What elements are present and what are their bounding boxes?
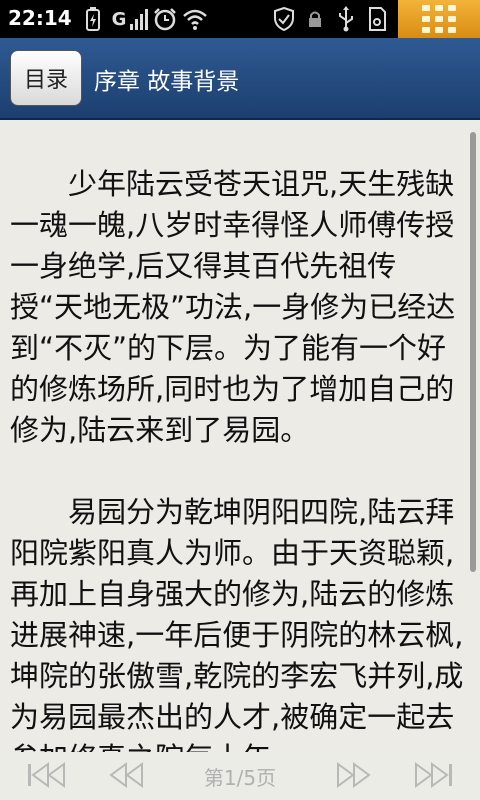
previous-page-icon xyxy=(109,762,143,788)
scrollbar[interactable] xyxy=(470,132,476,572)
alarm-clock-icon xyxy=(152,6,178,32)
last-page-button[interactable] xyxy=(408,758,458,792)
page-navigation-bar: 第1/5页 xyxy=(0,752,480,800)
paragraph: 易园分为乾坤阴阳四院,陆云拜阳院紫阳真人为师。由于天资聪颖,再加上自身强大的修为… xyxy=(10,495,464,752)
next-page-button[interactable] xyxy=(328,758,378,792)
table-of-contents-button[interactable]: 目录 xyxy=(10,50,82,106)
paragraph: 少年陆云受苍天诅咒,天生残缺一魂一魄,八岁时幸得怪人师傅传授一身绝学,后又得其百… xyxy=(10,167,456,447)
chapter-title: 序章 故事背景 xyxy=(94,69,240,95)
previous-page-button[interactable] xyxy=(102,758,152,792)
title-bar: 目录 序章 故事背景 xyxy=(0,38,480,120)
menu-grid-icon[interactable] xyxy=(398,0,480,38)
lock-icon xyxy=(306,6,324,32)
shield-icon xyxy=(272,6,296,32)
reading-area[interactable]: 少年陆云受苍天诅咒,天生残缺一魂一魄,八岁时幸得怪人师傅传授一身绝学,后又得其百… xyxy=(0,120,480,752)
wifi-icon xyxy=(182,6,208,32)
first-page-button[interactable] xyxy=(22,758,72,792)
usb-icon xyxy=(336,6,356,32)
last-page-icon xyxy=(415,762,452,788)
page-indicator: 第1/5页 xyxy=(203,766,277,790)
status-bar: 22:14 G xyxy=(0,0,480,38)
signal-bars-icon xyxy=(128,6,150,32)
battery-icon xyxy=(84,6,102,32)
g-network-icon: G xyxy=(111,8,127,30)
status-time: 22:14 xyxy=(8,6,72,30)
next-page-icon xyxy=(337,762,371,788)
sd-card-icon xyxy=(366,6,388,32)
first-page-icon xyxy=(28,762,65,788)
